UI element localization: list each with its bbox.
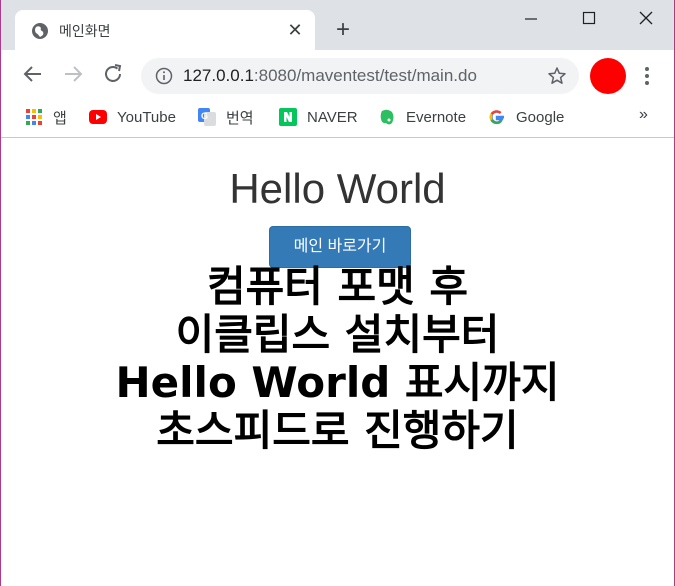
more-bookmarks-icon[interactable]: » xyxy=(639,106,648,124)
bookmark-naver[interactable]: NAVER xyxy=(279,106,358,128)
menu-button[interactable] xyxy=(639,64,655,88)
forward-button[interactable] xyxy=(61,62,87,88)
url-host: 127.0.0.1 xyxy=(183,66,254,85)
bookmark-google[interactable]: Google xyxy=(488,106,564,128)
google-icon xyxy=(488,108,506,126)
url-text: 127.0.0.1:8080/maventest/test/main.do xyxy=(183,66,477,86)
headline-line: 이클립스 설치부터 xyxy=(175,310,500,359)
bookmark-evernote[interactable]: Evernote xyxy=(378,106,466,128)
maximize-icon xyxy=(582,11,596,25)
bookmark-youtube[interactable]: YouTube xyxy=(89,106,176,128)
browser-window: 메인화면 ✕ + 127.0.0.1:8080/maventest/test/m… xyxy=(0,0,675,586)
apps-grid-icon xyxy=(25,108,43,126)
youtube-icon xyxy=(89,108,107,126)
headline: 컴퓨터 포맷 후 이클립스 설치부터 Hello World 표시까지 초스피드… xyxy=(1,263,674,455)
minimize-icon xyxy=(525,18,537,20)
url-path: :8080/maventest/test/main.do xyxy=(253,66,477,85)
globe-icon xyxy=(31,22,49,40)
tab-strip: 메인화면 ✕ + xyxy=(1,0,674,50)
tab-title: 메인화면 xyxy=(59,23,111,39)
headline-line: 초스피드로 진행하기 xyxy=(156,406,519,455)
close-icon xyxy=(639,11,653,25)
info-icon[interactable] xyxy=(155,67,173,90)
profile-avatar[interactable] xyxy=(590,58,626,94)
headline-line: Hello World 표시까지 xyxy=(115,358,560,407)
new-tab-button[interactable]: + xyxy=(331,18,355,42)
back-button[interactable] xyxy=(21,62,47,88)
bookmark-translate[interactable]: G 번역 xyxy=(198,106,254,128)
bookmark-label: YouTube xyxy=(117,108,176,126)
more-vert-icon xyxy=(645,67,649,85)
reload-icon xyxy=(105,64,122,82)
bookmark-apps[interactable]: 앱 xyxy=(25,106,67,128)
address-bar[interactable]: 127.0.0.1:8080/maventest/test/main.do xyxy=(141,58,579,94)
page-content: Hello World 메인 바로가기 컴퓨터 포맷 후 이클립스 설치부터 H… xyxy=(1,139,674,586)
close-tab-icon[interactable]: ✕ xyxy=(285,20,305,40)
bookmark-label: NAVER xyxy=(307,108,358,126)
bookmark-label: 앱 xyxy=(53,109,67,127)
bookmark-label: Google xyxy=(516,108,565,126)
bookmark-label: Evernote xyxy=(406,108,467,126)
naver-icon xyxy=(279,108,297,126)
svg-text:G: G xyxy=(201,111,208,121)
page-heading: Hello World xyxy=(229,165,446,212)
minimize-button[interactable] xyxy=(503,0,561,36)
translate-icon: G xyxy=(198,108,216,126)
evernote-icon xyxy=(378,108,396,126)
headline-line: 컴퓨터 포맷 후 xyxy=(206,262,469,311)
close-window-button[interactable] xyxy=(618,0,675,36)
bookmark-star-icon[interactable] xyxy=(547,66,567,91)
bookmark-label: 번역 xyxy=(226,109,254,127)
maximize-button[interactable] xyxy=(561,0,619,36)
bookmarks-bar: 앱 YouTube G 번역 NAVER Evernote Google » xyxy=(1,100,674,138)
reload-button[interactable] xyxy=(101,62,127,88)
arrow-left-icon xyxy=(23,66,41,82)
tab-main[interactable]: 메인화면 ✕ xyxy=(15,10,315,50)
arrow-right-icon xyxy=(65,66,83,82)
